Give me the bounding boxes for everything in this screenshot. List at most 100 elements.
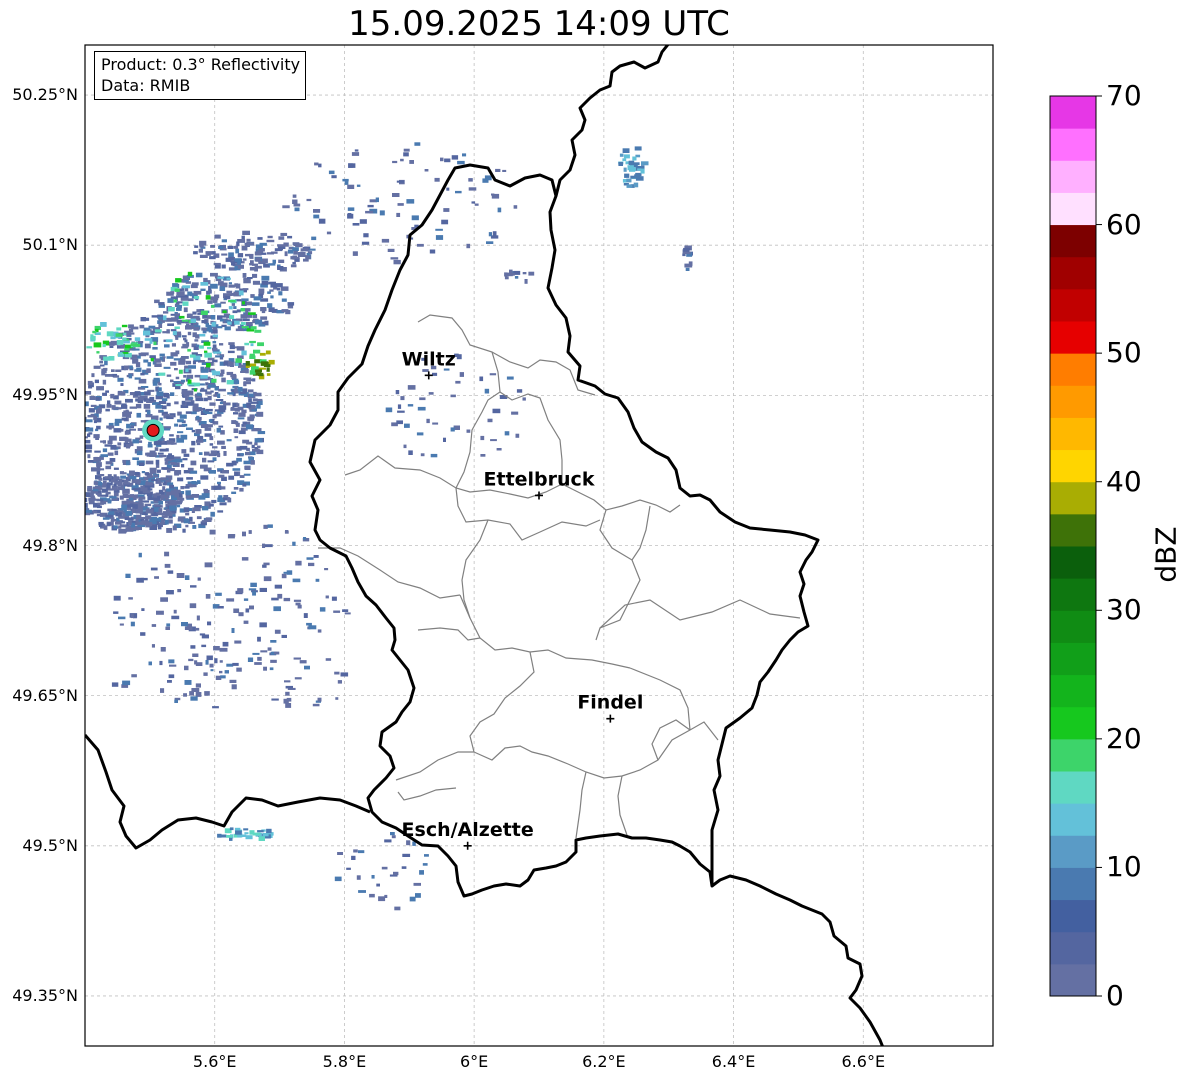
radar-echo-pixel <box>228 361 232 364</box>
radar-echo-pixel <box>292 199 298 204</box>
radar-echo-pixel <box>155 404 163 409</box>
radar-echo-pixel <box>191 440 196 446</box>
radar-echo-pixel <box>147 362 151 367</box>
radar-echo-pixel <box>106 331 114 337</box>
radar-echo-pixel <box>210 450 218 455</box>
radar-echo-pixel <box>238 430 246 435</box>
radar-echo-pixel <box>170 329 177 332</box>
product-info-box: Product: 0.3° Reflectivity Data: RMIB <box>94 51 307 100</box>
colorbar-segment <box>1050 513 1096 547</box>
radar-echo-pixel <box>88 408 95 413</box>
radar-echo-pixel <box>268 359 275 365</box>
radar-echo-pixel <box>430 453 438 458</box>
radar-echo-pixel <box>189 603 197 609</box>
radar-echo-pixel <box>223 495 229 498</box>
radar-echo-pixel <box>358 850 365 854</box>
radar-echo-pixel <box>221 445 226 449</box>
radar-echo-pixel <box>172 331 177 336</box>
radar-echo-pixel <box>381 238 390 243</box>
radar-echo-pixel <box>311 236 317 241</box>
radar-echo-pixel <box>249 253 254 259</box>
radar-echo-pixel <box>299 660 307 664</box>
radar-echo-pixel <box>159 454 167 458</box>
radar-echo-pixel <box>201 506 209 511</box>
radar-echo-pixel <box>342 609 349 612</box>
radar-echo-pixel <box>121 404 128 409</box>
radar-echo-pixel <box>214 303 222 308</box>
radar-echo-pixel <box>325 658 332 661</box>
radar-echo-pixel <box>218 474 225 478</box>
radar-echo-pixel <box>159 660 163 666</box>
radar-echo-pixel <box>623 167 627 172</box>
radar-echo-pixel <box>361 241 370 245</box>
radar-echo-pixel <box>176 304 182 309</box>
radar-echo-pixel <box>191 429 196 433</box>
radar-echo-pixel <box>419 397 426 401</box>
radar-echo-pixel <box>384 839 392 843</box>
radar-echo-pixel <box>227 392 234 395</box>
radar-echo-pixel <box>348 163 353 168</box>
radar-echo-pixel <box>408 450 413 455</box>
radar-echo-pixel <box>166 491 171 496</box>
radar-echo-pixel <box>292 242 300 246</box>
radar-echo-pixel <box>100 440 104 443</box>
radar-echo-pixel <box>196 481 201 484</box>
radar-echo-pixel <box>204 562 213 568</box>
radar-echo-pixel <box>149 340 153 344</box>
radar-echo-pixel <box>265 350 271 355</box>
radar-echo-pixel <box>351 152 360 156</box>
radar-echo-pixel <box>129 470 135 476</box>
radar-echo-pixel <box>178 369 183 374</box>
radar-echo-pixel <box>293 203 301 207</box>
radar-echo-pixel <box>162 405 167 410</box>
radar-echo-pixel <box>164 344 170 348</box>
radar-echo-pixel <box>413 882 421 886</box>
radar-echo-pixel <box>515 433 520 438</box>
radar-echo-pixel <box>168 307 175 312</box>
radar-echo-pixel <box>207 300 213 304</box>
radar-echo-pixel <box>401 866 407 869</box>
city-label: Ettelbruck <box>484 468 595 490</box>
radar-echo-pixel <box>188 298 194 302</box>
city-marker <box>535 491 543 500</box>
radar-echo-pixel <box>184 626 193 630</box>
radar-echo-pixel <box>206 655 213 661</box>
luxembourg-border <box>308 163 820 898</box>
radar-echo-pixel <box>183 307 188 313</box>
radar-echo-pixel <box>81 409 85 413</box>
radar-echo-pixel <box>145 509 154 514</box>
radar-echo-pixel <box>111 405 116 410</box>
colorbar-segment <box>1050 417 1096 451</box>
radar-echo-pixel <box>241 350 247 356</box>
radar-echo-pixel <box>185 524 189 528</box>
radar-echo-pixel <box>199 254 208 258</box>
radar-echo-pixel <box>154 447 159 451</box>
radar-echo-pixel <box>196 429 202 434</box>
radar-echo-pixel <box>224 295 231 300</box>
radar-echo-pixel <box>129 476 137 480</box>
radar-echo-pixel <box>223 361 228 366</box>
colorbar-segment <box>1050 256 1096 290</box>
radar-echo-pixel <box>195 683 201 688</box>
radar-echo-pixel <box>359 219 367 224</box>
radar-echo-pixel <box>128 520 132 526</box>
radar-echo-pixel <box>210 283 218 289</box>
radar-echo-pixel <box>270 640 277 643</box>
canton-border <box>395 751 474 781</box>
radar-echo-pixel <box>209 529 216 535</box>
radar-echo-pixel <box>496 448 502 451</box>
radar-echo-pixel <box>153 501 158 504</box>
radar-echo-pixel <box>318 218 326 224</box>
map-frame <box>84 44 994 1047</box>
radar-echo-pixel <box>217 481 221 484</box>
radar-echo-pixel <box>144 391 151 396</box>
radar-echo-pixel <box>185 490 191 496</box>
radar-echo-pixel <box>456 354 462 360</box>
radar-echo-pixel <box>199 333 206 337</box>
radar-echo-pixel <box>190 470 196 474</box>
radar-echo-pixel <box>252 302 260 306</box>
radar-echo-pixel <box>166 468 171 473</box>
radar-echo-pixel <box>480 454 486 457</box>
radar-echo-pixel <box>219 318 224 322</box>
radar-echo-pixel <box>206 363 211 368</box>
